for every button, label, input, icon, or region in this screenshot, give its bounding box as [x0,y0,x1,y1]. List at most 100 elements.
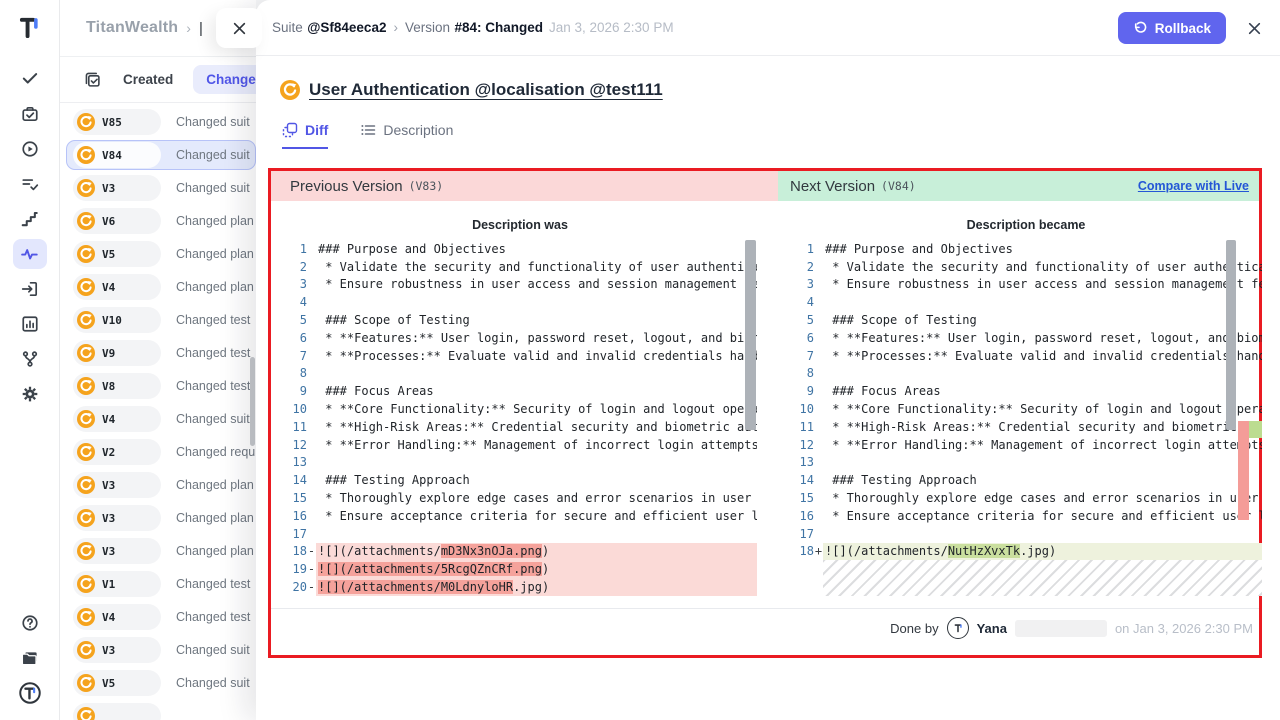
version-row[interactable]: V5 Changed suit [66,668,256,698]
gear-icon[interactable] [13,379,47,409]
version-row[interactable]: V9 Changed test [66,338,256,368]
version-number: V6 [102,215,115,228]
entity-title-link[interactable]: User Authentication @localisation @test1… [309,80,663,100]
titan-logo-icon[interactable] [13,12,47,42]
version-row[interactable]: V4 Changed suit [66,404,256,434]
breadcrumb-version-label: Version [405,20,450,35]
refresh-icon [77,707,95,720]
icon-rail [0,0,60,720]
folder-stack-icon[interactable] [13,643,47,673]
bar-chart-icon[interactable] [13,309,47,339]
rollback-button[interactable]: Rollback [1118,12,1226,44]
version-change-label: Changed plan [176,544,254,558]
version-row[interactable]: V3 Changed plan [66,503,256,533]
overview-ruler-added-marker [1249,421,1262,438]
diff-line: 15 * Thoroughly explore edge cases and e… [283,489,757,507]
version-change-label: Changed test [176,577,250,591]
tab-description[interactable]: Description [360,122,453,149]
version-number: V84 [102,149,122,162]
branch-icon[interactable] [13,344,47,374]
refresh-icon [77,641,95,659]
tab-diff[interactable]: Diff [282,122,328,149]
scrollbar-thumb[interactable] [745,240,756,430]
version-change-label: Changed suit [176,643,250,657]
version-row[interactable]: V8 Changed test [66,371,256,401]
next-version-header: Next Version (V84) Compare with Live [778,171,1259,201]
version-row[interactable]: V5 Changed plan [66,239,256,269]
version-badge: V4 [73,406,161,432]
version-number: V8 [102,380,115,393]
diff-line: 17 [790,525,1262,543]
refresh-icon [77,410,95,428]
done-by-row: Done by Yana on Jan 3, 2026 2:30 PM [890,617,1253,639]
refresh-icon [77,476,95,494]
next-version-tag: (V84) [881,179,916,193]
tab-created[interactable]: Created [123,72,173,87]
diff-line: 3 * Ensure robustness in user access and… [790,276,1262,294]
version-number: V85 [102,116,122,129]
version-number: V4 [102,281,115,294]
version-change-label: Changed plan [176,214,254,228]
diff-line: 18+![](/attachments/NutHzXvxTk.jpg) [790,543,1262,561]
version-row[interactable]: V10 Changed test [66,305,256,335]
modal-close-button[interactable] [1244,18,1264,38]
refresh-icon [77,179,95,197]
diff-icon [282,122,298,138]
previous-version-title: Previous Version [290,178,403,195]
previous-version-tag: (V83) [409,179,444,193]
empty-diff-filler [823,560,1262,596]
refresh-icon [77,146,95,164]
diff-line: 9 ### Focus Areas [283,382,757,400]
play-circle-icon[interactable] [13,134,47,164]
modal-tabs: Diff Description [256,100,1280,149]
version-row[interactable]: V3 Changed plan [66,470,256,500]
scrollbar-thumb[interactable] [1226,240,1236,430]
user-avatar [947,617,969,639]
logo-avatar-icon[interactable] [13,678,47,708]
version-row[interactable]: V84 Changed suit [66,140,256,170]
version-row[interactable]: V85 Changed suit [66,107,256,137]
copy-check-icon[interactable] [84,71,101,88]
version-badge: V9 [73,340,161,366]
version-badge: V3 [73,472,161,498]
breadcrumb-suite-id[interactable]: @Sf84eeca2 [307,20,386,35]
compare-with-live-link[interactable]: Compare with Live [1138,179,1249,193]
panel-scrollbar-thumb[interactable] [250,357,255,446]
diff-line: 14 ### Testing Approach [790,471,1262,489]
refresh-icon [77,608,95,626]
project-title[interactable]: TitanWealth [86,19,178,37]
diff-line: 15 * Thoroughly explore edge cases and e… [790,489,1262,507]
description-became-header: Description became [790,218,1262,232]
pulse-activity-icon[interactable] [13,239,47,269]
version-change-label: Changed requ [176,445,255,459]
version-row[interactable]: V3 Changed plan [66,536,256,566]
login-arrow-icon[interactable] [13,274,47,304]
version-row[interactable]: V3 Changed suit [66,635,256,665]
check-icon[interactable] [13,63,47,93]
diff-line: 18-![](/attachments/mD3Nx3nOJa.png) [283,543,757,561]
version-row[interactable]: V4 Changed plan [66,272,256,302]
version-row[interactable]: V1 Changed test [66,569,256,599]
next-version-title: Next Version [790,178,875,195]
diff-line: 7 * **Processes:** Evaluate valid and in… [283,347,757,365]
version-row[interactable]: V4 Changed test [66,602,256,632]
diff-highlight-annotation: Previous Version (V83) Next Version (V84… [268,168,1262,658]
panel-close-button[interactable] [216,8,262,48]
version-badge: V2 [73,439,161,465]
version-badge: V3 [73,175,161,201]
steps-icon[interactable] [13,204,47,234]
version-row[interactable]: V2 Changed requ [66,437,256,467]
version-row[interactable]: V3 Changed suit [66,173,256,203]
version-number: V4 [102,611,115,624]
version-row[interactable]: V6 Changed plan [66,206,256,236]
diff-line: 1### Purpose and Objectives [790,240,1262,258]
version-change-label: Changed plan [176,280,254,294]
list-check-icon[interactable] [13,169,47,199]
version-row[interactable] [66,701,256,720]
help-icon[interactable] [13,608,47,638]
version-badge: V5 [73,241,161,267]
overview-ruler-removed-marker [1238,421,1249,520]
footer-divider [271,608,1259,609]
diff-line: 1### Purpose and Objectives [283,240,757,258]
briefcase-check-icon[interactable] [13,99,47,129]
